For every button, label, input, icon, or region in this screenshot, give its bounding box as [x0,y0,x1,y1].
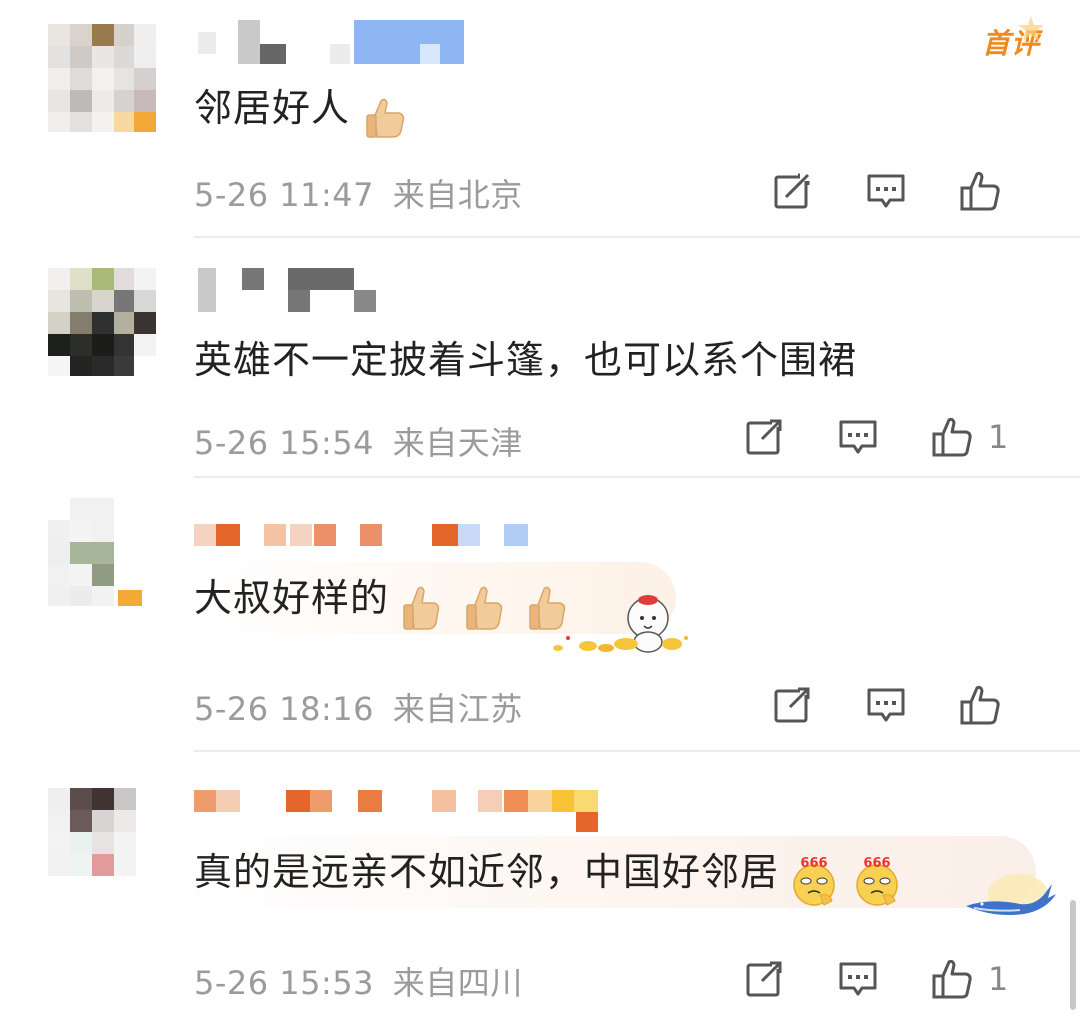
666-face-icon: 666 [856,856,898,906]
thumbs-up-icon [466,586,503,630]
comment-icon [867,688,905,722]
comment-item[interactable]: 真的是远亲不如近邻，中国好邻居 666 666 5-26 15:53 来自四川 [0,752,1080,1018]
repost-icon [746,959,784,997]
like-icon [960,171,1000,211]
like-count: 1 [988,418,1009,456]
like-icon [960,685,1000,725]
scrollbar[interactable] [1070,900,1076,1010]
reply-button[interactable] [864,168,908,214]
like-button[interactable] [958,168,1016,214]
repost-button[interactable] [770,682,814,728]
comment-text: 邻居好人 [194,86,351,130]
comment-text: 英雄不一定披着斗篷，也可以系个围裙 [194,338,858,382]
like-button[interactable]: 1 [930,956,1008,1002]
comment-meta: 5-26 18:16 来自江苏 [194,684,523,730]
thumbs-up-icon [366,98,405,138]
like-icon [932,959,972,999]
like-button[interactable] [958,682,1016,728]
comment-item[interactable]: 英雄不一定披着斗篷，也可以系个围裙 5-26 15:54 来自天津 1 [0,238,1080,478]
whale-sticker [966,874,1056,915]
comment-bubble: 邻居好人 [186,78,417,141]
comment-item[interactable]: 大叔好样的 5-26 18:16 来自江苏 [0,478,1080,752]
repost-button[interactable] [742,414,786,460]
comment-item[interactable]: 首评 邻居好人 5-26 11:47 来自北京 [0,0,1080,238]
comment-icon [839,962,877,996]
comment-text: 大叔好样的 [194,576,390,620]
thumbs-up-icon [403,586,440,630]
repost-button[interactable] [770,168,814,214]
like-count: 1 [988,960,1009,998]
comment-bubble: 真的是远亲不如近邻，中国好邻居 666 666 [186,836,1036,908]
comment-time: 5-26 15:54 [194,424,375,462]
comment-actions: 1 [746,414,1080,460]
svg-text:666: 666 [801,856,828,871]
comment-actions [750,682,1080,728]
username-blurred[interactable] [194,524,534,564]
repost-icon [774,171,812,209]
666-face-icon: 666 [793,856,835,906]
comment-time: 5-26 15:53 [194,964,375,1002]
comment-location: 来自北京 [392,176,523,214]
comment-location: 来自天津 [392,424,523,462]
avatar[interactable] [48,788,144,896]
comment-text: 真的是远亲不如近邻，中国好邻居 [194,850,780,894]
avatar[interactable] [48,268,156,376]
repost-icon [774,685,812,723]
avatar[interactable] [48,498,144,606]
repost-button[interactable] [742,956,786,1002]
username-blurred[interactable] [194,20,474,64]
comment-meta: 5-26 11:47 来自北京 [194,170,523,216]
comment-location: 来自四川 [392,964,523,1002]
comment-location: 来自江苏 [392,690,523,728]
like-button[interactable]: 1 [930,414,1008,460]
comment-icon [867,174,905,208]
reply-button[interactable] [836,956,880,1002]
username-blurred[interactable] [194,268,414,312]
like-icon [932,417,972,457]
svg-text:666: 666 [864,856,891,871]
reply-button[interactable] [836,414,880,460]
comment-icon [839,420,877,454]
comment-meta: 5-26 15:53 来自四川 [194,958,523,1004]
comment-actions [750,168,1080,214]
reply-button[interactable] [864,682,908,728]
comment-time: 5-26 11:47 [194,176,375,214]
avatar[interactable] [48,24,156,132]
comment-bubble: 英雄不一定披着斗篷，也可以系个围裙 [186,330,865,390]
comment-time: 5-26 18:16 [194,690,375,728]
username-blurred[interactable] [194,790,614,832]
comment-meta: 5-26 15:54 来自天津 [194,418,523,464]
star-icon [1018,16,1044,41]
repost-icon [746,417,784,455]
fortune-mascot-sticker [553,595,688,653]
comment-actions: 1 [746,956,1080,1002]
